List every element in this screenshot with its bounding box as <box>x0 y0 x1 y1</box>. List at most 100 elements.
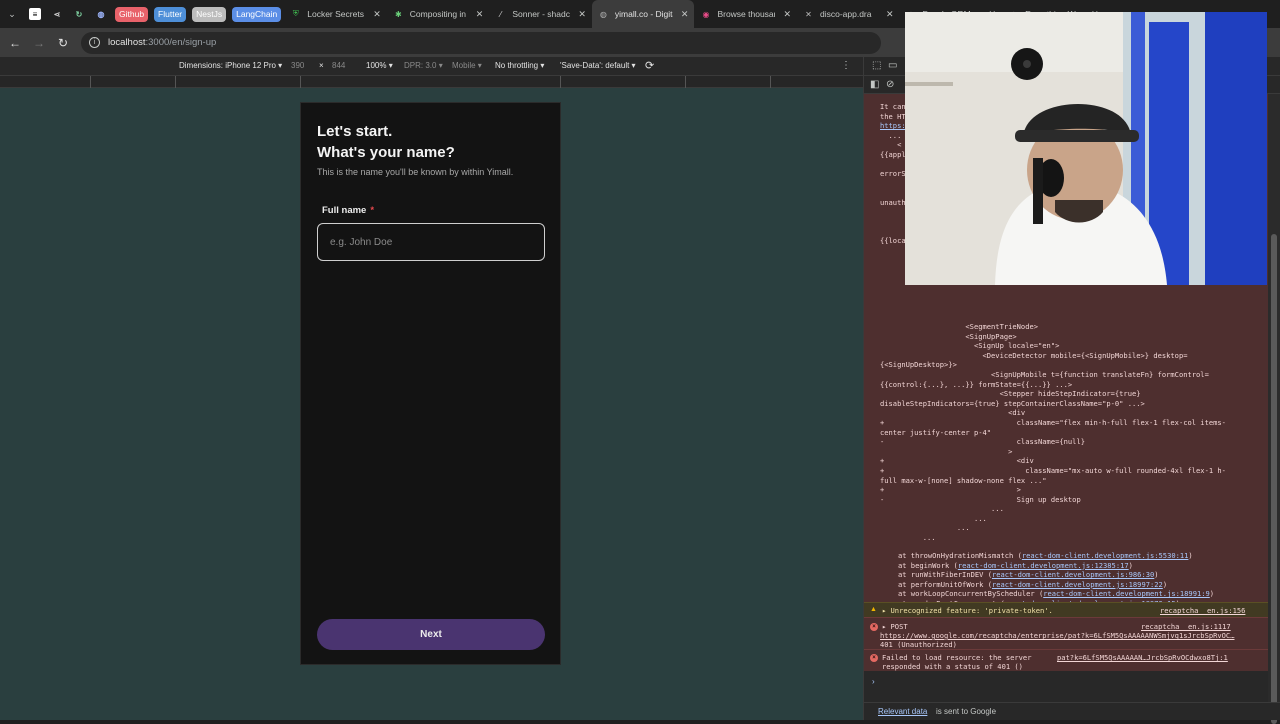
rotate-icon[interactable]: ⟳ <box>645 59 654 72</box>
page-title: Let's start. What's your name? <box>317 121 455 163</box>
globe-icon: ◍ <box>599 9 607 19</box>
throttling-select[interactable]: No throttling ▾ <box>495 61 544 70</box>
stack-frame-paren: ( <box>1013 551 1022 560</box>
error-load-line-2: responded with a status of 401 () <box>882 662 1023 671</box>
device-width-input[interactable]: 390 <box>291 61 304 70</box>
bookmark-chip[interactable]: Flutter <box>154 6 187 22</box>
webcam-scene <box>905 12 1267 285</box>
stack-frame: at throwOnHydrationMismatch (react-dom-c… <box>898 551 1231 561</box>
tab-close-icon[interactable]: ✕ <box>476 9 484 20</box>
warning-source-link[interactable]: recaptcha__en.js:156 <box>1160 606 1245 615</box>
console-line: full max-w-[none] shadow-none flex ..." <box>880 475 1047 485</box>
console-line: disableStepIndicators={true} stepContain… <box>880 398 1145 408</box>
close-icon: ✕ <box>805 9 812 19</box>
browser-tab[interactable]: ◉ Browse thousand ✕ <box>694 0 797 28</box>
pinned-tab[interactable]: ⋖ <box>46 0 68 28</box>
full-name-input[interactable] <box>317 223 545 261</box>
ruler-tick <box>685 76 686 88</box>
error-post-source-link[interactable]: recaptcha__en.js:1117 <box>1141 622 1231 631</box>
more-options-icon[interactable]: ⋮ <box>841 60 851 71</box>
tab-close-icon[interactable]: ✕ <box>886 9 894 20</box>
relevant-data-link[interactable]: Relevant data <box>878 707 927 716</box>
error-load-source-link[interactable]: pat?k=6LfSM5QsAAAAAN…JrcbSpRvOCdwxo8Tj:1 <box>1057 653 1228 662</box>
stack-frame-paren: ) <box>1209 589 1215 599</box>
reload-icon[interactable]: ↻ <box>51 31 75 55</box>
console-warning-row[interactable]: ▲ ▸ Unrecognized feature: 'private-token… <box>864 602 1269 617</box>
full-name-label: Full name * <box>322 205 374 216</box>
device-height-input[interactable]: 844 <box>332 61 345 70</box>
stack-frame-function: at performUnitOfWork <box>898 579 984 589</box>
tab-close-icon[interactable]: ✕ <box>783 9 791 20</box>
browser-tab[interactable]: ◍ yimall.co - Digital ✕ <box>591 0 695 28</box>
device-dimensions-select[interactable]: Dimensions: iPhone 12 Pro ▾ <box>179 61 282 70</box>
browser-tab[interactable]: ✕ disco-app.dra ✕ <box>797 0 900 28</box>
browser-tab[interactable]: ✱ Compositing in ✕ <box>387 0 490 28</box>
tab-search-chevron-icon[interactable]: ⌄ <box>0 0 24 28</box>
browser-tab[interactable]: ⁄ Sonner - shadcn ✕ <box>489 0 592 28</box>
device-toggle-icon[interactable]: ▭ <box>888 60 897 71</box>
stack-frame-paren: ( <box>983 579 992 589</box>
error-post-url[interactable]: https://www.google.com/recaptcha/enterpr… <box>880 631 1234 640</box>
url-path: :3000/en/sign-up <box>145 37 217 48</box>
console-error-row[interactable]: × Failed to load resource: the server re… <box>864 649 1269 671</box>
page-subtitle: This is the name you'll be known by with… <box>317 167 514 177</box>
error-post-label: ▸ POST <box>882 622 908 631</box>
stack-frame-source-link[interactable]: react-dom-client.development.js:18991:9 <box>1043 589 1210 598</box>
console-line: <SignUp locale="en"> <box>880 341 1060 351</box>
tab-title: Compositing in <box>409 9 467 19</box>
console-line: center justify-center p-4" <box>880 427 992 437</box>
stack-frame-function: at workLoopConcurrentByScheduler <box>898 589 1035 599</box>
console-scrollbar[interactable] <box>1268 94 1280 724</box>
site-info-icon[interactable]: i <box>89 37 100 48</box>
save-data-select[interactable]: 'Save-Data': default ▾ <box>560 61 636 70</box>
device-mode-value: Mobile <box>452 61 476 70</box>
stack-frame-source-link[interactable]: react-dom-client.development.js:5530:11 <box>1022 551 1189 560</box>
pinned-tab[interactable]: ≡ <box>24 0 46 28</box>
tab-title: disco-app.dra <box>819 9 872 19</box>
console-prompt[interactable]: › <box>872 677 875 686</box>
dribbble-icon: ◉ <box>702 9 710 19</box>
pinned-tab[interactable]: ↻ <box>68 0 90 28</box>
stack-frame-paren: ( <box>983 570 992 580</box>
stack-frame-source-link[interactable]: react-dom-client.development.js:12385:17 <box>958 561 1129 570</box>
full-name-label-text: Full name <box>322 205 367 216</box>
back-arrow-icon[interactable]: ← <box>3 31 27 55</box>
bookmark-chip[interactable]: NestJs <box>192 6 227 22</box>
clear-console-icon[interactable]: ⊘ <box>886 79 894 90</box>
console-line: <SegmentTrieNode> <box>880 322 1039 331</box>
pinned-tab[interactable]: ◍ <box>90 0 112 28</box>
console-line: + > <box>880 485 1021 495</box>
inspect-element-icon[interactable]: ⬚ <box>872 60 881 71</box>
console-line: <SignUpPage> <box>880 331 1017 341</box>
ruler-tick <box>90 76 91 88</box>
sidebar-toggle-icon[interactable]: ◧ <box>870 79 879 90</box>
error-load-line-1: Failed to load resource: the server <box>882 653 1032 662</box>
ruler-tick <box>560 76 561 88</box>
stack-frame-function: at runWithFiberInDEV <box>898 570 984 580</box>
bookmark-chip[interactable]: Github <box>115 6 149 22</box>
pinned-tab-icon: ≡ <box>29 8 41 20</box>
console-line: ... <box>880 504 1004 514</box>
tab-close-icon[interactable]: ✕ <box>578 9 586 20</box>
forward-arrow-icon[interactable]: → <box>27 31 51 55</box>
zoom-select[interactable]: 100% ▾ <box>366 61 393 70</box>
stack-frame-function: at beginWork <box>898 560 950 570</box>
stack-frame-source-link[interactable]: react-dom-client.development.js:18997:22 <box>992 580 1163 589</box>
console-error-row[interactable]: × ▸ POST recaptcha__en.js:1117 https://w… <box>864 617 1269 649</box>
next-button[interactable]: Next <box>317 619 545 650</box>
dimension-times: × <box>319 61 324 70</box>
dpr-select[interactable]: DPR: 3.0 ▾ <box>404 61 443 70</box>
device-mode-select[interactable]: Mobile ▾ <box>452 61 482 70</box>
browser-tab[interactable]: ⛨ Locker Secrets ✕ <box>284 0 387 28</box>
ruler-tick <box>175 76 176 88</box>
scrollbar-thumb[interactable] <box>1271 234 1277 724</box>
bookmark-chip[interactable]: LangChain <box>232 6 282 22</box>
console-line: ... <box>880 533 936 543</box>
tab-title: Browse thousand <box>717 9 775 19</box>
ruler-tick <box>300 76 301 88</box>
tab-close-icon[interactable]: ✕ <box>681 9 689 20</box>
tab-close-icon[interactable]: ✕ <box>373 9 381 20</box>
stack-frame-source-link[interactable]: react-dom-client.development.js:986:30 <box>992 570 1154 579</box>
address-bar[interactable]: i localhost:3000/en/sign-up <box>81 31 881 54</box>
stack-frame-paren: ) <box>1162 579 1168 589</box>
